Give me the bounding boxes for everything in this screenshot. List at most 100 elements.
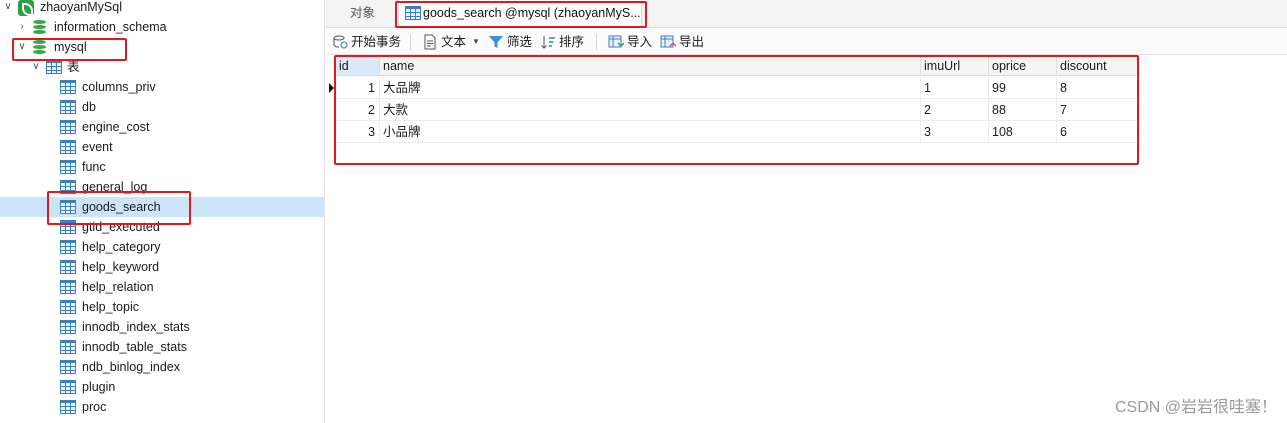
- cell-name[interactable]: 大品牌: [380, 77, 921, 99]
- cell-id[interactable]: 2: [336, 99, 380, 121]
- tree-table[interactable]: help_keyword: [0, 257, 324, 277]
- chevron-down-icon[interactable]: ∨: [30, 57, 42, 77]
- column-header-id[interactable]: id: [336, 56, 380, 76]
- table-label: innodb_table_stats: [82, 340, 187, 354]
- text-view-label: 文本: [441, 35, 467, 49]
- tab-bar: 对象 goods_search @mysql (zhaoyanMyS...: [326, 0, 1287, 28]
- table-label: innodb_index_stats: [82, 320, 190, 334]
- table-icon: [60, 80, 76, 94]
- tree-connection[interactable]: ∨ zhaoyanMySql: [0, 0, 324, 17]
- table-row[interactable]: 2 大款 2 88 7: [336, 99, 1138, 121]
- column-header-oprice[interactable]: oprice: [989, 56, 1057, 76]
- table-icon: [60, 340, 76, 354]
- cell-oprice[interactable]: 99: [989, 77, 1057, 99]
- cell-discount[interactable]: 8: [1057, 77, 1138, 99]
- tab-goods-search[interactable]: goods_search @mysql (zhaoyanMyS...: [398, 0, 642, 28]
- begin-transaction-label: 开始事务: [351, 35, 402, 49]
- watermark: CSDN @岩岩很哇塞！: [1114, 399, 1277, 416]
- database-icon: [33, 20, 46, 35]
- database-label: information_schema: [54, 20, 167, 34]
- tab-objects[interactable]: 对象: [350, 0, 375, 28]
- toolbar-divider: [410, 34, 411, 50]
- tree-tables-folder[interactable]: ∨ 表: [0, 57, 324, 77]
- cell-name[interactable]: 小品牌: [380, 121, 921, 143]
- sort-label: 排序: [559, 35, 585, 49]
- cell-imuurl[interactable]: 1: [921, 77, 989, 99]
- table-icon: [60, 320, 76, 334]
- tree-table[interactable]: plugin: [0, 377, 324, 397]
- tree-table[interactable]: help_relation: [0, 277, 324, 297]
- filter-icon: [489, 36, 503, 48]
- tree-table[interactable]: func: [0, 157, 324, 177]
- cell-oprice[interactable]: 108: [989, 121, 1057, 143]
- table-icon: [60, 200, 76, 214]
- table-icon: [60, 140, 76, 154]
- column-header-name[interactable]: name: [380, 56, 921, 76]
- cell-discount[interactable]: 7: [1057, 99, 1138, 121]
- table-label: db: [82, 100, 96, 114]
- table-label: gtid_executed: [82, 220, 160, 234]
- tables-folder-label: 表: [67, 60, 80, 74]
- export-icon: [660, 35, 676, 48]
- table-icon: [60, 280, 76, 294]
- export-label: 导出: [679, 35, 705, 49]
- document-icon: [424, 34, 436, 50]
- tree-db-information-schema[interactable]: › information_schema: [0, 17, 324, 37]
- tree-table[interactable]: innodb_table_stats: [0, 337, 324, 357]
- mysql-connection-icon: [18, 0, 34, 16]
- tree-table[interactable]: help_topic: [0, 297, 324, 317]
- import-label: 导入: [627, 35, 653, 49]
- tree-table[interactable]: innodb_index_stats: [0, 317, 324, 337]
- table-icon: [60, 240, 76, 254]
- table-icon: [60, 360, 76, 374]
- data-grid[interactable]: id name imuUrl oprice discount 1 大品牌 1 9…: [329, 56, 1138, 144]
- tree-table[interactable]: proc: [0, 397, 324, 417]
- navigation-tree: ∨ zhaoyanMySql › information_schema ∨ my…: [0, 0, 325, 423]
- table-label: proc: [82, 400, 107, 414]
- chevron-down-icon[interactable]: ∨: [16, 37, 28, 57]
- table-icon: [60, 180, 76, 194]
- cell-oprice[interactable]: 88: [989, 99, 1057, 121]
- cell-discount[interactable]: 6: [1057, 121, 1138, 143]
- cell-id[interactable]: 3: [336, 121, 380, 143]
- table-row[interactable]: 1 大品牌 1 99 8: [329, 77, 1138, 99]
- cell-id[interactable]: 1: [336, 77, 380, 99]
- tree-table[interactable]: ndb_binlog_index: [0, 357, 324, 377]
- current-row-marker-icon: [329, 83, 334, 93]
- table-label: func: [82, 160, 106, 174]
- cell-name[interactable]: 大款: [380, 99, 921, 121]
- column-header-discount[interactable]: discount: [1057, 56, 1138, 76]
- tree-table[interactable]: general_log: [0, 177, 324, 197]
- database-icon: [33, 40, 46, 55]
- table-icon: [60, 400, 76, 414]
- table-label: engine_cost: [82, 120, 150, 134]
- tree-table[interactable]: columns_priv: [0, 77, 324, 97]
- database-label: mysql: [54, 40, 87, 54]
- tree-table[interactable]: db: [0, 97, 324, 117]
- table-row[interactable]: 3 小品牌 3 108 6: [336, 121, 1138, 143]
- table-icon: [60, 300, 76, 314]
- data-toolbar: 开始事务 文本 ▼ 筛选 排序 导入 导出: [326, 29, 1287, 55]
- table-label: help_topic: [82, 300, 139, 314]
- table-label: help_category: [82, 240, 161, 254]
- tree-table[interactable]: gtid_executed: [0, 217, 324, 237]
- cell-imuurl[interactable]: 3: [921, 121, 989, 143]
- tree-table[interactable]: help_category: [0, 237, 324, 257]
- import-icon: [608, 35, 624, 48]
- table-label: ndb_binlog_index: [82, 360, 181, 374]
- table-label: help_relation: [82, 280, 154, 294]
- table-icon: [60, 380, 76, 394]
- tree-table[interactable]: engine_cost: [0, 117, 324, 137]
- tables-folder-icon: [46, 60, 62, 74]
- chevron-down-icon[interactable]: ∨: [2, 0, 14, 17]
- column-header-imuurl[interactable]: imuUrl: [921, 56, 989, 76]
- table-icon: [60, 260, 76, 274]
- tree-table-selected[interactable]: goods_search: [0, 197, 324, 217]
- tree-table[interactable]: event: [0, 137, 324, 157]
- table-icon: [60, 160, 76, 174]
- cell-imuurl[interactable]: 2: [921, 99, 989, 121]
- tree-db-mysql[interactable]: ∨ mysql: [0, 37, 324, 57]
- table-label: goods_search: [82, 200, 161, 214]
- chevron-right-icon[interactable]: ›: [16, 17, 28, 37]
- table-label: columns_priv: [82, 80, 156, 94]
